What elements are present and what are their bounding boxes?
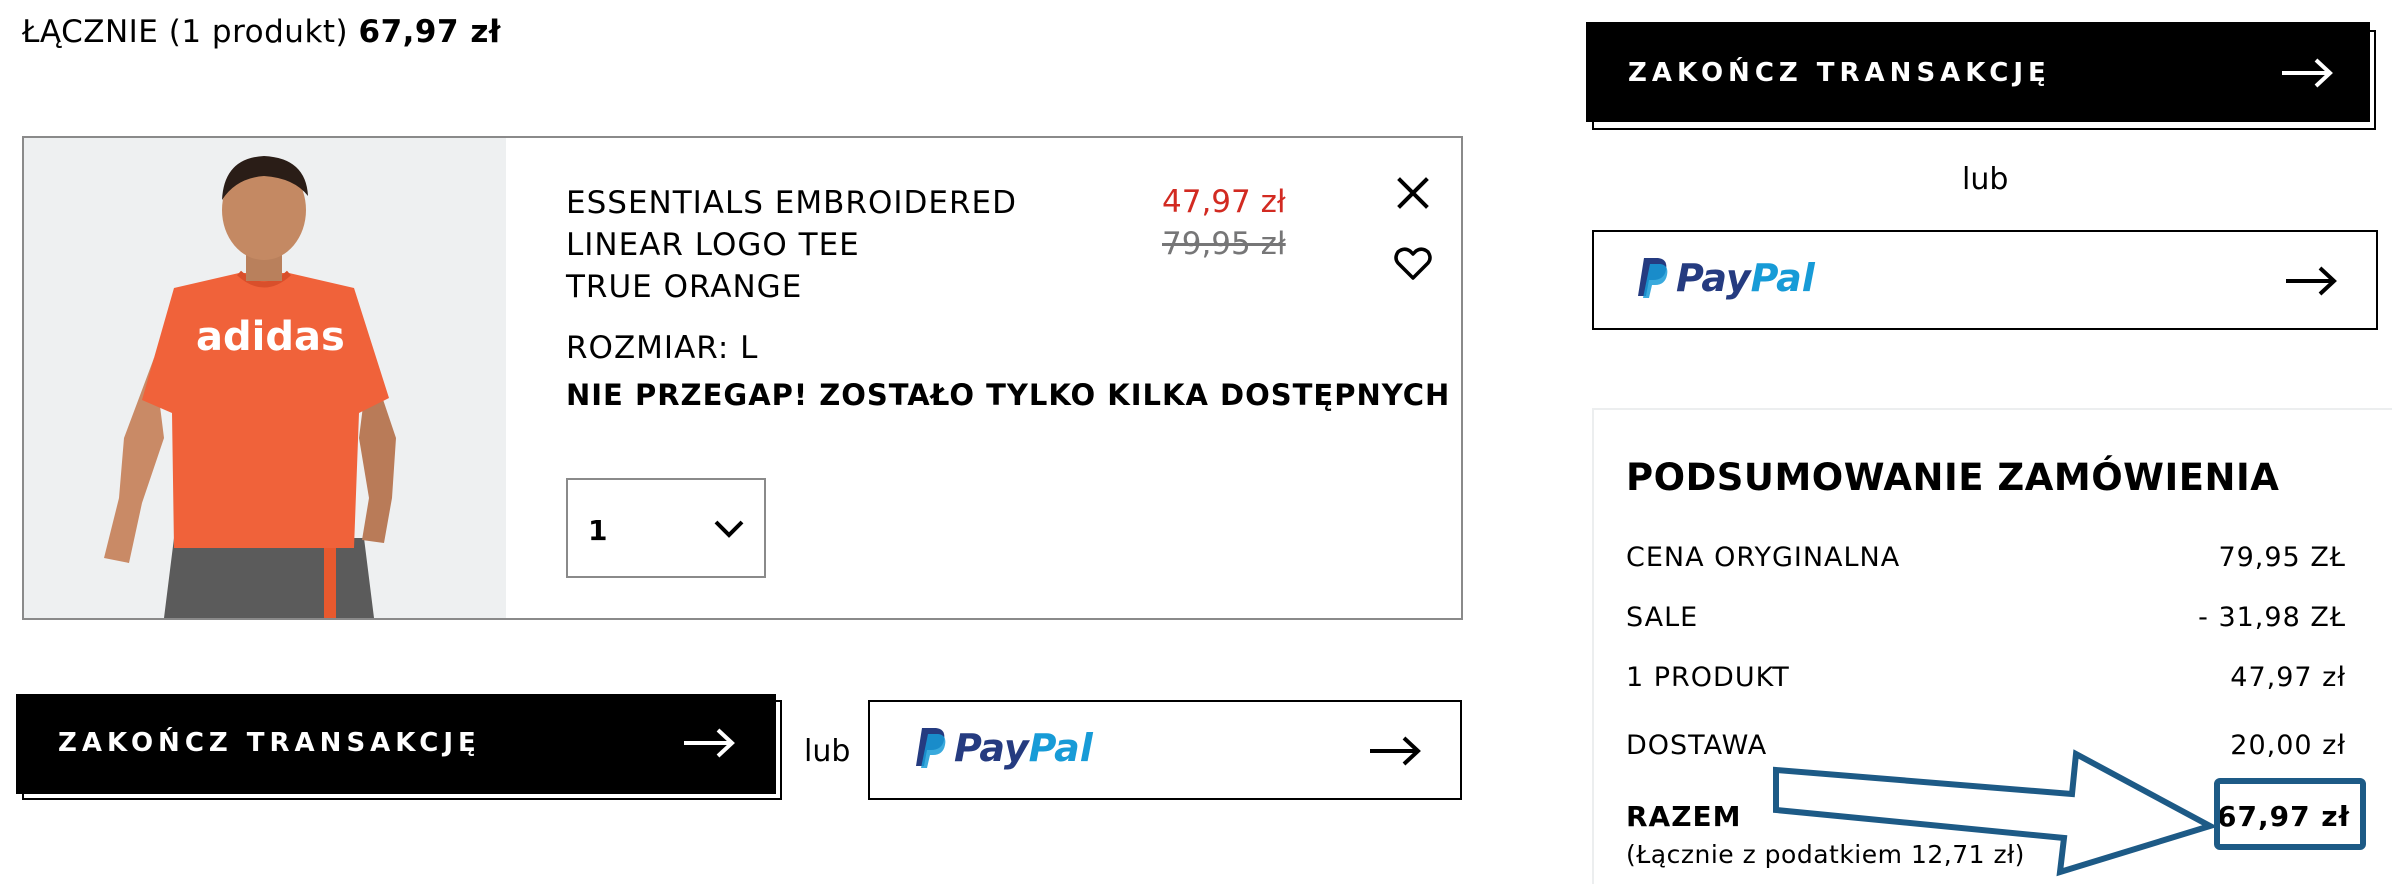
cart-item: adidas ESSENTIALS EMBROIDERED LINEAR LOG…: [22, 136, 1463, 620]
annotation-highlight-box: [2214, 778, 2366, 850]
checkout-button-bottom-wrap: ZAKOŃCZ TRANSAKCJĘ: [16, 694, 782, 802]
product-photo: [24, 138, 506, 618]
cart-total-line: ŁĄCZNIE (1 produkt) 67,97 zł: [22, 14, 501, 50]
add-to-wishlist-button[interactable]: [1392, 242, 1434, 284]
sale-price: 47,97 zł: [1162, 184, 1286, 220]
summary-value: - 31,98 ZŁ: [2198, 602, 2346, 633]
annotation-arrow-icon: [1773, 749, 2218, 877]
paypal-logo: Pay Pal: [1636, 256, 1815, 300]
paypal-button-bottom[interactable]: Pay Pal: [868, 700, 1462, 800]
summary-total-label: RAZEM: [1626, 800, 1742, 833]
product-size: ROZMIAR: L: [566, 330, 759, 366]
checkout-button-top[interactable]: ZAKOŃCZ TRANSAKCJĘ: [1586, 22, 2370, 122]
summary-value: 79,95 ZŁ: [2218, 542, 2346, 573]
product-color: TRUE ORANGE: [566, 269, 803, 305]
paypal-pal-text: Pal: [1028, 726, 1093, 770]
or-label-bottom: lub: [804, 734, 851, 769]
remove-item-button[interactable]: [1392, 172, 1434, 214]
stock-warning: NIE PRZEGAP! ZOSTAŁO TYLKO KILKA DOSTĘPN…: [566, 378, 1451, 412]
product-info: ESSENTIALS EMBROIDERED LINEAR LOGO TEE T…: [566, 182, 1450, 412]
summary-label: CENA ORYGINALNA: [1626, 542, 1901, 573]
paypal-pal-text: Pal: [1750, 256, 1815, 300]
shirt-brand-text: adidas: [196, 314, 345, 360]
paypal-logo: Pay Pal: [914, 726, 1093, 770]
arrow-right-icon: [684, 728, 735, 758]
cart-total-value: 67,97 zł: [358, 14, 501, 50]
original-price: 79,95 zł: [1162, 226, 1286, 262]
cart-total-prefix: ŁĄCZNIE (1 produkt): [22, 14, 349, 50]
checkout-button-bottom[interactable]: ZAKOŃCZ TRANSAKCJĘ: [16, 694, 776, 794]
close-icon: [1397, 177, 1429, 209]
heart-icon: [1394, 247, 1432, 280]
quantity-value: 1: [588, 514, 608, 547]
checkout-label: ZAKOŃCZ TRANSAKCJĘ: [1628, 58, 2051, 88]
chevron-down-icon: [714, 520, 744, 538]
summary-label: 1 PRODUKT: [1626, 662, 1790, 693]
paypal-pay-text: Pay: [954, 726, 1029, 770]
summary-title: PODSUMOWANIE ZAMÓWIENIA: [1626, 456, 2280, 499]
quantity-select[interactable]: 1: [566, 478, 766, 578]
summary-value: 47,97 zł: [2230, 662, 2346, 693]
summary-label: SALE: [1626, 602, 1699, 633]
or-label-top: lub: [1962, 162, 2009, 197]
checkout-label: ZAKOŃCZ TRANSAKCJĘ: [58, 728, 481, 758]
checkout-button-top-wrap: ZAKOŃCZ TRANSAKCJĘ: [1586, 22, 2376, 130]
paypal-pay-text: Pay: [1676, 256, 1751, 300]
paypal-button-top[interactable]: Pay Pal: [1592, 230, 2378, 330]
product-image[interactable]: adidas: [24, 138, 506, 618]
paypal-icon: [916, 728, 946, 768]
arrow-right-icon: [2286, 266, 2337, 296]
product-name[interactable]: ESSENTIALS EMBROIDERED LINEAR LOGO TEE: [566, 182, 1126, 266]
arrow-right-icon: [1370, 736, 1421, 766]
summary-value: 20,00 zł: [2230, 730, 2346, 761]
summary-label: DOSTAWA: [1626, 730, 1768, 761]
paypal-icon: [1638, 258, 1668, 298]
arrow-right-icon: [2282, 58, 2333, 88]
